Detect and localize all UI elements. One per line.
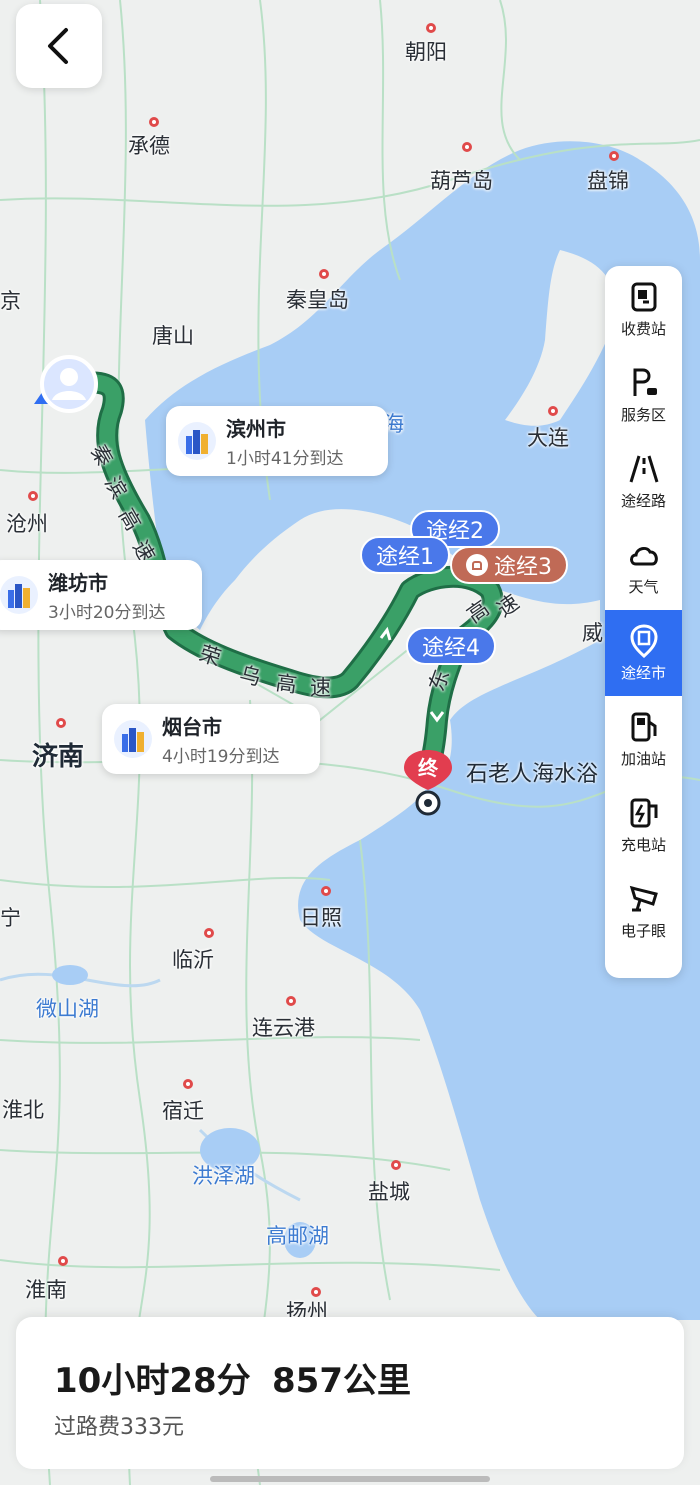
city-building-icon [114,720,152,758]
toolbar-item-via-city[interactable]: 途经市 [605,610,682,696]
toolbar-label: 充电站 [620,835,666,854]
route-toll-fee: 过路费333元 [54,1415,184,1440]
city-dot [28,491,38,501]
back-button[interactable] [16,4,102,88]
route-summary-card[interactable]: 10小时28分 857公里 过路费333元 [16,1317,684,1469]
city-dot [391,1160,401,1170]
waypoint-4-pill[interactable]: 途经4 [406,627,496,665]
city-dot [56,718,66,728]
charging-station-icon [630,798,657,827]
toolbar-item-toll-station[interactable]: 收费站 [605,266,682,352]
arrival-city-name: 烟台市 [162,715,222,739]
via-city-icon [629,623,658,658]
arrival-bubble-yantai[interactable]: 烟台市 4小时19分到达 [102,704,320,774]
toolbar-label: 服务区 [620,405,666,424]
city-label-dalian: 大连 [527,426,569,450]
toolbar-item-charging-station[interactable]: 充电站 [605,782,682,868]
city-building-icon [0,576,38,614]
lake-weishan [52,965,88,985]
city-label-rizhao: 日照 [300,906,342,930]
city-dot [319,269,329,279]
city-label-cangzhou: 沧州 [6,512,48,536]
city-dot [286,996,296,1006]
toolbar-item-service-area[interactable]: 服务区 [605,352,682,438]
city-dot [462,142,472,152]
arrival-city-name: 滨州市 [226,417,286,441]
city-label-lianyungang: 连云港 [252,1016,315,1040]
toolbar-label: 收费站 [620,319,666,338]
city-label-ning: 宁 [0,906,21,930]
arrival-bubble-weifang[interactable]: 潍坊市 3小时20分到达 [0,560,202,630]
toll-station-icon [631,282,656,311]
route-distance: 857公里 [272,1361,411,1401]
toll-gate-icon [466,554,488,576]
city-label-panjin: 盘锦 [587,169,629,193]
city-label-linyi: 临沂 [172,948,214,972]
city-label-suqian: 宿迁 [162,1099,204,1123]
city-dot [58,1256,68,1266]
arrival-time: 4小时19分到达 [162,747,280,767]
toolbar-label: 天气 [628,577,659,596]
city-dot [548,406,558,416]
city-label-chaoyang: 朝阳 [405,40,447,64]
city-dot [609,151,619,161]
road-label: 速 [310,676,331,700]
city-label-chengde: 承德 [128,134,170,158]
city-dot [183,1079,193,1089]
city-dot [149,117,159,127]
arrival-city-name: 潍坊市 [48,571,108,595]
toolbar-item-weather[interactable]: 天气 [605,524,682,610]
waypoint-1-pill[interactable]: 途经1 [360,536,450,574]
destination-end-badge: 终 [418,756,438,780]
city-dot [204,928,214,938]
speed-camera-icon [629,885,658,911]
city-label-yancheng: 盐城 [368,1180,410,1204]
city-label-huaibei: 淮北 [2,1098,44,1122]
toolbar-label: 途经路 [620,491,666,510]
home-indicator[interactable] [210,1476,490,1482]
via-road-icon [629,455,658,482]
gas-station-icon [631,712,656,741]
map-layer-toolbar: 收费站 服务区 途经路 天气 途经市 加油站 充电站 电子眼 [605,266,682,978]
city-label-jinan: 济南 [32,742,85,772]
arrival-bubble-binzhou[interactable]: 滨州市 1小时41分到达 [166,406,388,476]
toolbar-label: 电子眼 [620,921,666,940]
waypoint-3-label: 途经3 [494,555,552,580]
toolbar-label: 加油站 [620,749,666,768]
lake-label-hongze: 洪泽湖 [192,1164,255,1188]
city-label-qinhuangdao: 秦皇岛 [286,288,349,312]
waypoint-3-pill[interactable]: 途经3 [450,546,568,584]
city-building-icon [178,422,216,460]
toolbar-item-gas-station[interactable]: 加油站 [605,696,682,782]
city-label-huludao: 葫芦岛 [430,169,493,193]
city-label-huainan: 淮南 [25,1278,67,1302]
arrival-time: 3小时20分到达 [48,603,166,623]
service-area-icon [633,368,657,396]
lake-label-weishan: 微山湖 [36,997,99,1021]
route-duration: 10小时28分 [54,1361,251,1401]
road-label: 高 [274,670,299,698]
city-label-tangshan: 唐山 [152,324,194,348]
destination-name[interactable]: 石老人海水浴 [466,756,598,788]
weather-cloud-icon [629,546,658,565]
chevron-left-icon [48,28,68,64]
arrival-time: 1小时41分到达 [226,449,344,469]
lake-label-gaoyou: 高邮湖 [266,1224,329,1248]
city-label-wei: 威 [582,621,603,645]
toolbar-item-via-road[interactable]: 途经路 [605,438,682,524]
city-dot [321,886,331,896]
city-label-jing: 京 [0,289,21,313]
city-dot [426,23,436,33]
toolbar-label: 途经市 [620,663,666,682]
toolbar-item-speed-camera[interactable]: 电子眼 [605,868,682,954]
